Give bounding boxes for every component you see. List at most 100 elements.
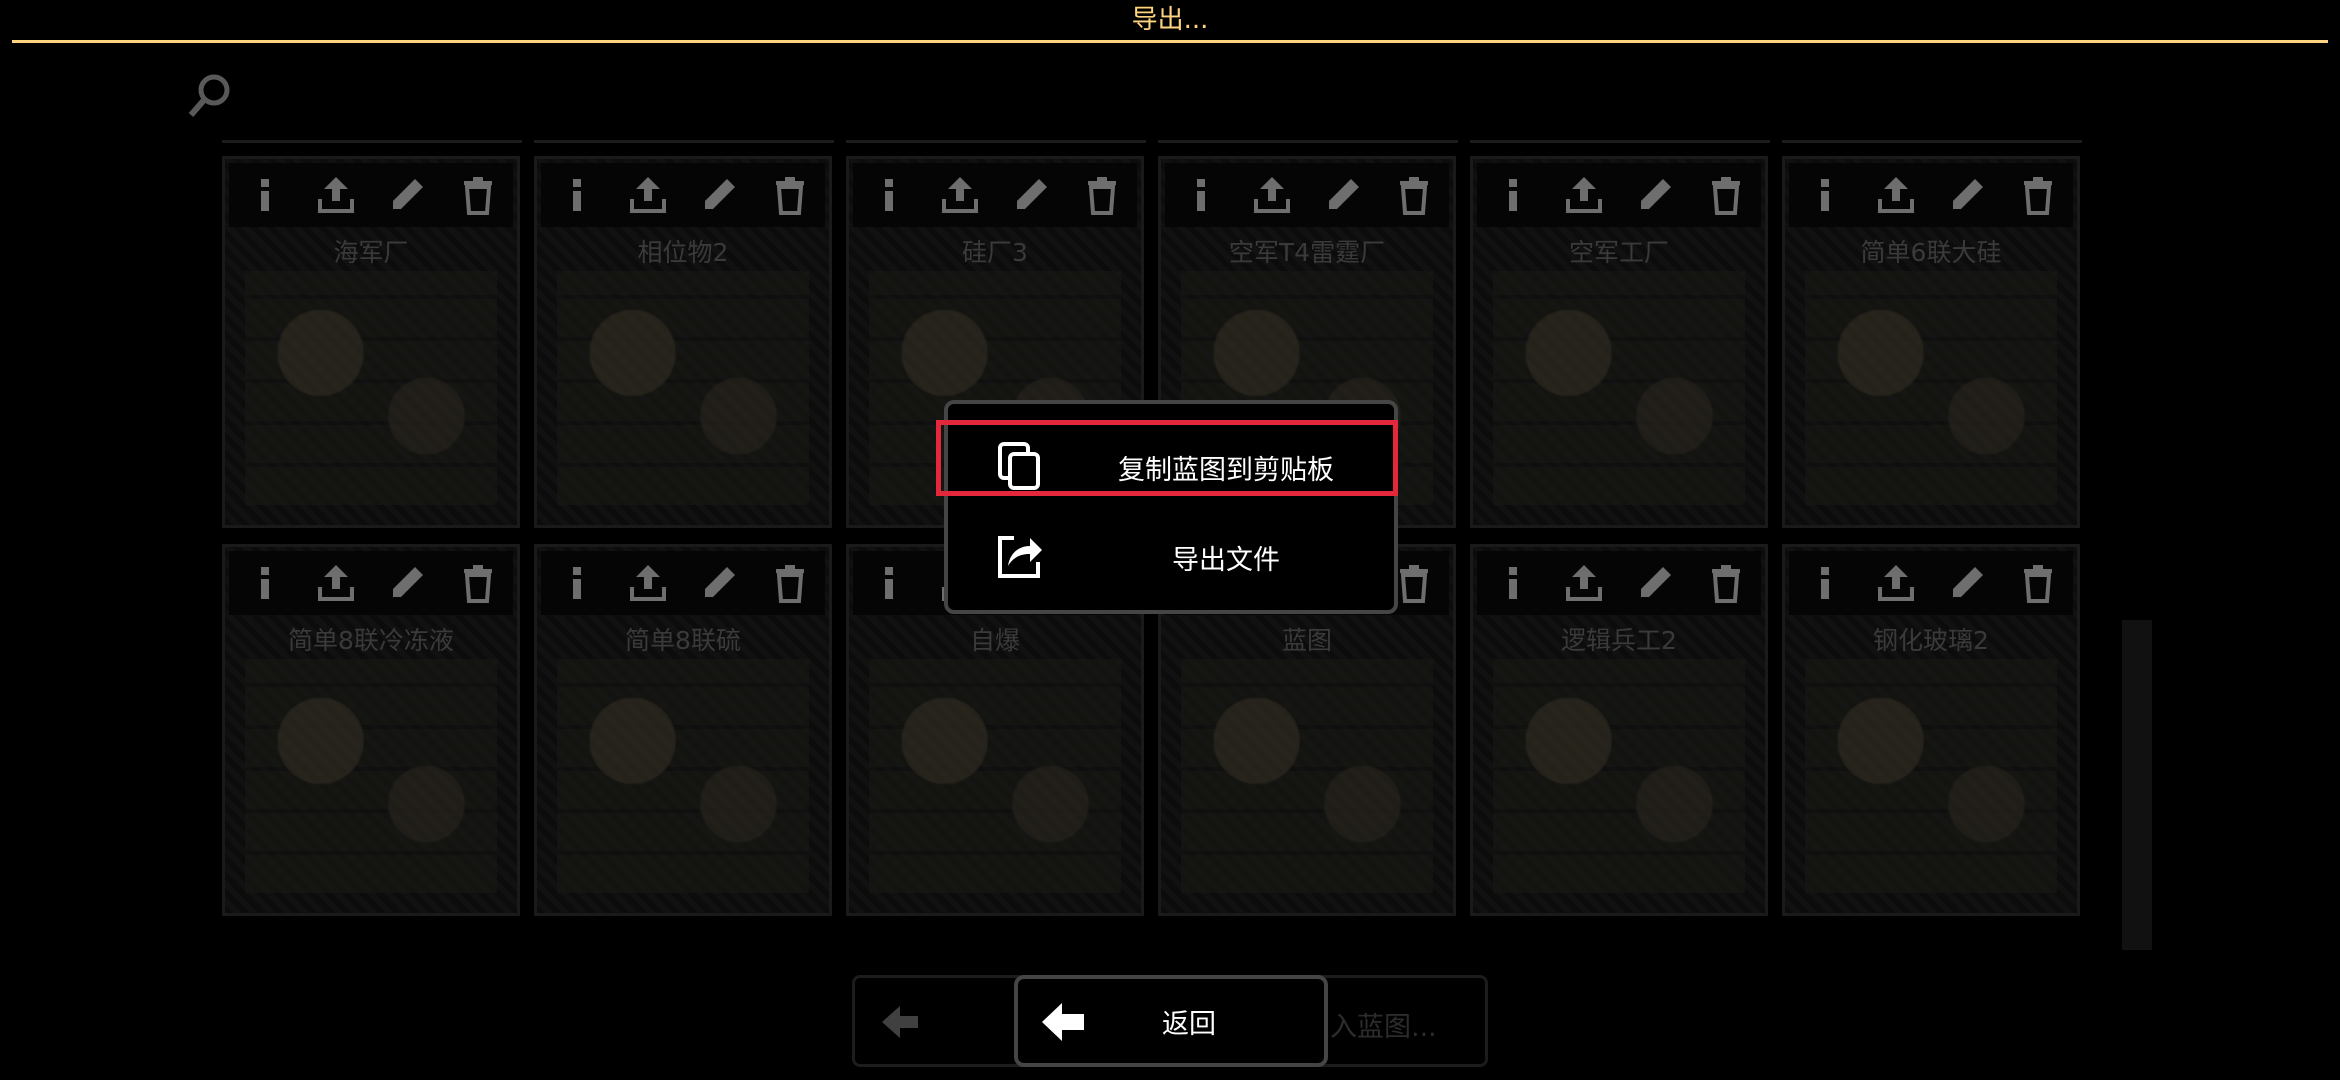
upload-icon[interactable] <box>1250 173 1294 217</box>
blueprint-name: 相位物2 <box>637 238 729 267</box>
edit-icon[interactable] <box>1009 173 1053 217</box>
back-button[interactable]: 返回 <box>1014 975 1328 1067</box>
delete-icon[interactable] <box>456 173 500 217</box>
blueprint-preview <box>869 659 1121 893</box>
edit-icon[interactable] <box>697 173 741 217</box>
delete-icon[interactable] <box>1704 561 1748 605</box>
edit-icon[interactable] <box>385 173 429 217</box>
delete-icon[interactable] <box>2016 561 2060 605</box>
blueprint-name: 钢化玻璃2 <box>1873 626 1989 655</box>
search-icon <box>186 70 236 120</box>
info-icon[interactable] <box>243 561 287 605</box>
upload-icon[interactable] <box>1874 561 1918 605</box>
edit-icon[interactable] <box>385 561 429 605</box>
delete-icon[interactable] <box>1392 561 1436 605</box>
card-toolbar <box>1789 551 2073 615</box>
card-toolbar <box>1165 163 1449 227</box>
blueprint-card[interactable]: 空军工厂 <box>1470 156 1768 528</box>
scrollbar[interactable] <box>2122 620 2152 950</box>
info-icon[interactable] <box>1491 173 1535 217</box>
info-icon[interactable] <box>243 173 287 217</box>
title-divider <box>12 40 2328 43</box>
card-toolbar <box>541 551 825 615</box>
export-menu: 复制蓝图到剪贴板 导出文件 <box>944 400 1398 614</box>
delete-icon[interactable] <box>1704 173 1748 217</box>
delete-icon[interactable] <box>456 561 500 605</box>
blueprint-name: 空军工厂 <box>1568 238 1669 267</box>
blueprint-card[interactable]: 简单6联大硅 <box>1782 156 2080 528</box>
blueprint-preview <box>245 271 497 505</box>
upload-icon[interactable] <box>626 173 670 217</box>
blueprint-name: 硅厂3 <box>962 238 1028 267</box>
blueprint-card[interactable]: 简单8联冷冻液 <box>222 544 520 916</box>
edit-icon[interactable] <box>697 561 741 605</box>
card-toolbar <box>229 551 513 615</box>
back-button-label: 返回 <box>1162 1009 1216 1040</box>
info-icon[interactable] <box>555 173 599 217</box>
blueprint-card[interactable]: 逻辑兵工2 <box>1470 544 1768 916</box>
info-icon[interactable] <box>867 173 911 217</box>
share-icon <box>994 530 1046 582</box>
card-toolbar <box>229 163 513 227</box>
upload-icon[interactable] <box>1874 173 1918 217</box>
blueprint-name: 海军厂 <box>333 238 409 267</box>
blueprint-card[interactable]: 海军厂 <box>222 156 520 528</box>
blueprint-preview <box>1805 659 2057 893</box>
info-icon[interactable] <box>1803 173 1847 217</box>
blueprint-card[interactable]: 简单8联硫 <box>534 544 832 916</box>
export-file-label: 导出文件 <box>1172 545 1280 576</box>
dialog-title: 导出... <box>1131 5 1209 35</box>
edit-icon[interactable] <box>1633 561 1677 605</box>
edit-icon[interactable] <box>1321 173 1365 217</box>
edit-icon[interactable] <box>1633 173 1677 217</box>
blueprint-preview <box>1805 271 2057 505</box>
import-blueprint-label: 入蓝图... <box>1330 1012 1437 1043</box>
info-icon[interactable] <box>1179 173 1223 217</box>
blueprint-preview <box>557 271 809 505</box>
delete-icon[interactable] <box>1080 173 1124 217</box>
info-icon[interactable] <box>1803 561 1847 605</box>
copy-to-clipboard-button[interactable]: 复制蓝图到剪贴板 <box>948 426 1394 506</box>
arrow-left-icon <box>878 1000 922 1044</box>
info-icon[interactable] <box>867 561 911 605</box>
card-toolbar <box>1477 163 1761 227</box>
info-icon[interactable] <box>555 561 599 605</box>
blueprint-name: 简单6联大硅 <box>1860 238 2002 267</box>
upload-icon[interactable] <box>1562 173 1606 217</box>
blueprint-export-screen: 导出... 海军厂 相位物2 硅厂3 空军T4雷霆厂 空军工厂 简单6联大硅简单8联冷冻液… <box>0 0 2340 1080</box>
blueprint-name: 蓝图 <box>1281 626 1332 655</box>
copy-icon <box>994 440 1046 492</box>
delete-icon[interactable] <box>768 173 812 217</box>
dialog-title-bar: 导出... <box>0 0 2340 43</box>
upload-icon[interactable] <box>1562 561 1606 605</box>
delete-icon[interactable] <box>768 561 812 605</box>
blueprint-preview <box>1493 271 1745 505</box>
blueprint-name: 逻辑兵工2 <box>1561 626 1677 655</box>
blueprint-preview <box>557 659 809 893</box>
blueprint-name: 简单8联冷冻液 <box>288 626 454 655</box>
blueprint-preview <box>1493 659 1745 893</box>
card-toolbar <box>1789 163 2073 227</box>
upload-icon[interactable] <box>314 173 358 217</box>
edit-icon[interactable] <box>1945 173 1989 217</box>
blueprint-name: 空军T4雷霆厂 <box>1228 238 1386 267</box>
card-toolbar <box>541 163 825 227</box>
upload-icon[interactable] <box>938 173 982 217</box>
blueprint-card[interactable]: 钢化玻璃2 <box>1782 544 2080 916</box>
blueprint-card[interactable]: 相位物2 <box>534 156 832 528</box>
upper-row-edge <box>222 128 2157 144</box>
blueprint-preview <box>1181 659 1433 893</box>
blueprint-name: 简单8联硫 <box>625 626 741 655</box>
card-toolbar <box>1477 551 1761 615</box>
upload-icon[interactable] <box>626 561 670 605</box>
card-toolbar <box>853 163 1137 227</box>
blueprint-name: 自爆 <box>969 626 1020 655</box>
copy-to-clipboard-label: 复制蓝图到剪贴板 <box>1118 455 1334 486</box>
edit-icon[interactable] <box>1945 561 1989 605</box>
blueprint-preview <box>245 659 497 893</box>
info-icon[interactable] <box>1491 561 1535 605</box>
delete-icon[interactable] <box>1392 173 1436 217</box>
export-file-button[interactable]: 导出文件 <box>948 516 1394 596</box>
delete-icon[interactable] <box>2016 173 2060 217</box>
upload-icon[interactable] <box>314 561 358 605</box>
